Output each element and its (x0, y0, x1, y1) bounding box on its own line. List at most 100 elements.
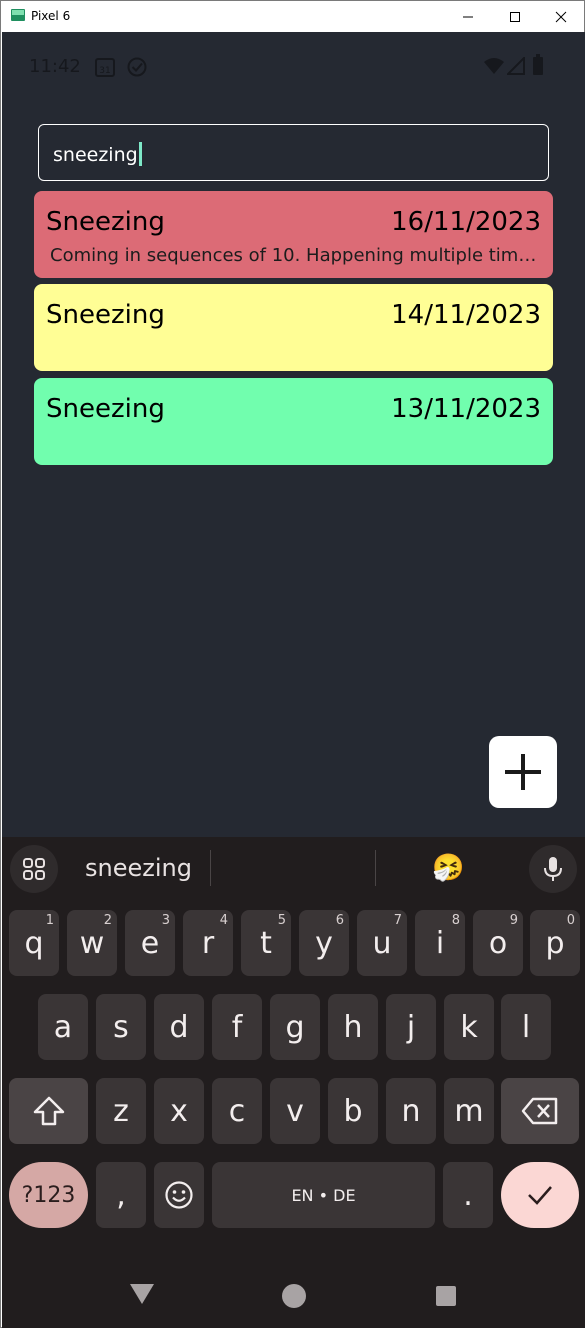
keyboard-menu-button[interactable] (10, 845, 58, 893)
suggestion-word[interactable]: sneezing (85, 854, 192, 882)
maximize-icon (510, 11, 520, 22)
key-label: o (488, 925, 508, 961)
key-d[interactable]: d (154, 994, 204, 1060)
symbols-key[interactable]: ?123 (9, 1162, 88, 1228)
key-label: c (228, 1093, 246, 1129)
entry-date: 16/11/2023 (391, 207, 541, 237)
key-hint: 7 (393, 913, 402, 928)
key-c[interactable]: c (212, 1078, 262, 1144)
key-g[interactable]: g (270, 994, 320, 1060)
key-comma[interactable]: , (96, 1162, 146, 1228)
key-z[interactable]: z (96, 1078, 146, 1144)
suggestion-divider (375, 850, 376, 886)
apps-grid-icon (23, 858, 45, 880)
status-bar: 11:42 31 (2, 32, 585, 102)
emoji-key[interactable] (154, 1162, 204, 1228)
window-titlebar: Pixel 6 (1, 1, 584, 32)
back-triangle-icon[interactable] (129, 1283, 155, 1305)
key-v[interactable]: v (270, 1078, 320, 1144)
home-circle-icon[interactable] (281, 1283, 307, 1309)
key-i[interactable]: i8 (415, 910, 465, 976)
close-button[interactable] (538, 1, 584, 32)
key-o[interactable]: o9 (473, 910, 523, 976)
enter-key[interactable] (501, 1162, 579, 1228)
battery-icon (533, 54, 543, 75)
key-label: f (231, 1009, 243, 1045)
key-y[interactable]: y6 (299, 910, 349, 976)
backspace-key[interactable] (501, 1078, 579, 1144)
text-caret (138, 142, 142, 166)
key-p[interactable]: p0 (530, 910, 580, 976)
key-m[interactable]: m (444, 1078, 494, 1144)
voice-input-button[interactable] (529, 845, 577, 893)
sneezing-face-emoji-suggestion[interactable]: 🤧 (432, 852, 464, 883)
search-input[interactable]: sneezing (38, 124, 549, 181)
key-label: w (79, 925, 105, 961)
entry-title: Sneezing (46, 394, 165, 424)
minimize-icon (463, 16, 473, 17)
key-hint: 3 (161, 913, 170, 928)
key-label: e (140, 925, 160, 961)
wifi-icon (484, 58, 504, 74)
minimize-button[interactable] (445, 1, 491, 32)
key-hint: 5 (277, 913, 286, 928)
key-label: j (406, 1009, 416, 1045)
key-label: p (545, 925, 565, 961)
check-circle-icon (127, 57, 147, 77)
key-x[interactable]: x (154, 1078, 204, 1144)
key-b[interactable]: b (328, 1078, 378, 1144)
key-label: EN • DE (291, 1185, 356, 1205)
key-hint: 9 (509, 913, 518, 928)
key-hint: 4 (219, 913, 228, 928)
entry-title: Sneezing (46, 207, 165, 237)
emulator-app-icon (11, 9, 25, 21)
key-j[interactable]: j (386, 994, 436, 1060)
key-q[interactable]: q1 (9, 910, 59, 976)
backspace-icon (521, 1097, 558, 1125)
soft-keyboard: sneezing 🤧 q1 w2 e3 r4 t5 y6 u7 i 8 o 9 … (2, 837, 585, 1328)
key-hint: 1 (45, 913, 54, 928)
window-title: Pixel 6 (31, 9, 71, 23)
entry-date: 13/11/2023 (391, 394, 541, 424)
key-label: k (460, 1009, 478, 1045)
key-label: q (24, 925, 44, 961)
key-label: b (343, 1093, 363, 1129)
key-r[interactable]: r4 (183, 910, 233, 976)
key-label: g (285, 1009, 305, 1045)
key-n[interactable]: n (386, 1078, 436, 1144)
entry-card[interactable]: Sneezing 13/11/2023 (34, 378, 553, 465)
entry-card[interactable]: Sneezing 14/11/2023 (34, 284, 553, 371)
entry-title: Sneezing (46, 300, 165, 330)
space-key[interactable]: EN • DE (212, 1162, 435, 1228)
maximize-button[interactable] (492, 1, 538, 32)
key-f[interactable]: f (212, 994, 262, 1060)
key-h[interactable]: h (328, 994, 378, 1060)
microphone-icon (544, 857, 562, 881)
key-label: x (170, 1093, 188, 1129)
signal-icon (507, 57, 525, 75)
calendar-day-label: 31 (99, 66, 110, 76)
shift-key[interactable] (9, 1078, 88, 1144)
entry-card[interactable]: Sneezing 16/11/2023 Coming in sequences … (34, 191, 553, 278)
key-s[interactable]: s (96, 994, 146, 1060)
key-t[interactable]: t5 (241, 910, 291, 976)
key-l[interactable]: l (501, 994, 551, 1060)
key-hint: 8 (451, 913, 460, 928)
key-label: , (116, 1177, 126, 1213)
suggestion-divider (210, 850, 211, 886)
key-w[interactable]: w2 (67, 910, 117, 976)
calendar-icon: 31 (95, 58, 115, 77)
key-label: . (463, 1177, 473, 1213)
shift-arrow-icon (33, 1096, 64, 1126)
phone-screen: 11:42 31 sneezing Sneezing 16/11/2023 Co… (2, 32, 585, 1328)
key-u[interactable]: u7 (357, 910, 407, 976)
key-k[interactable]: k (444, 994, 494, 1060)
recents-square-icon[interactable] (435, 1285, 457, 1307)
suggestion-bar: sneezing 🤧 (2, 837, 585, 899)
key-label: m (454, 1093, 484, 1129)
key-a[interactable]: a (38, 994, 88, 1060)
add-entry-button[interactable] (489, 736, 557, 808)
key-e[interactable]: e3 (125, 910, 175, 976)
key-period[interactable]: . (443, 1162, 493, 1228)
key-label: a (53, 1009, 73, 1045)
